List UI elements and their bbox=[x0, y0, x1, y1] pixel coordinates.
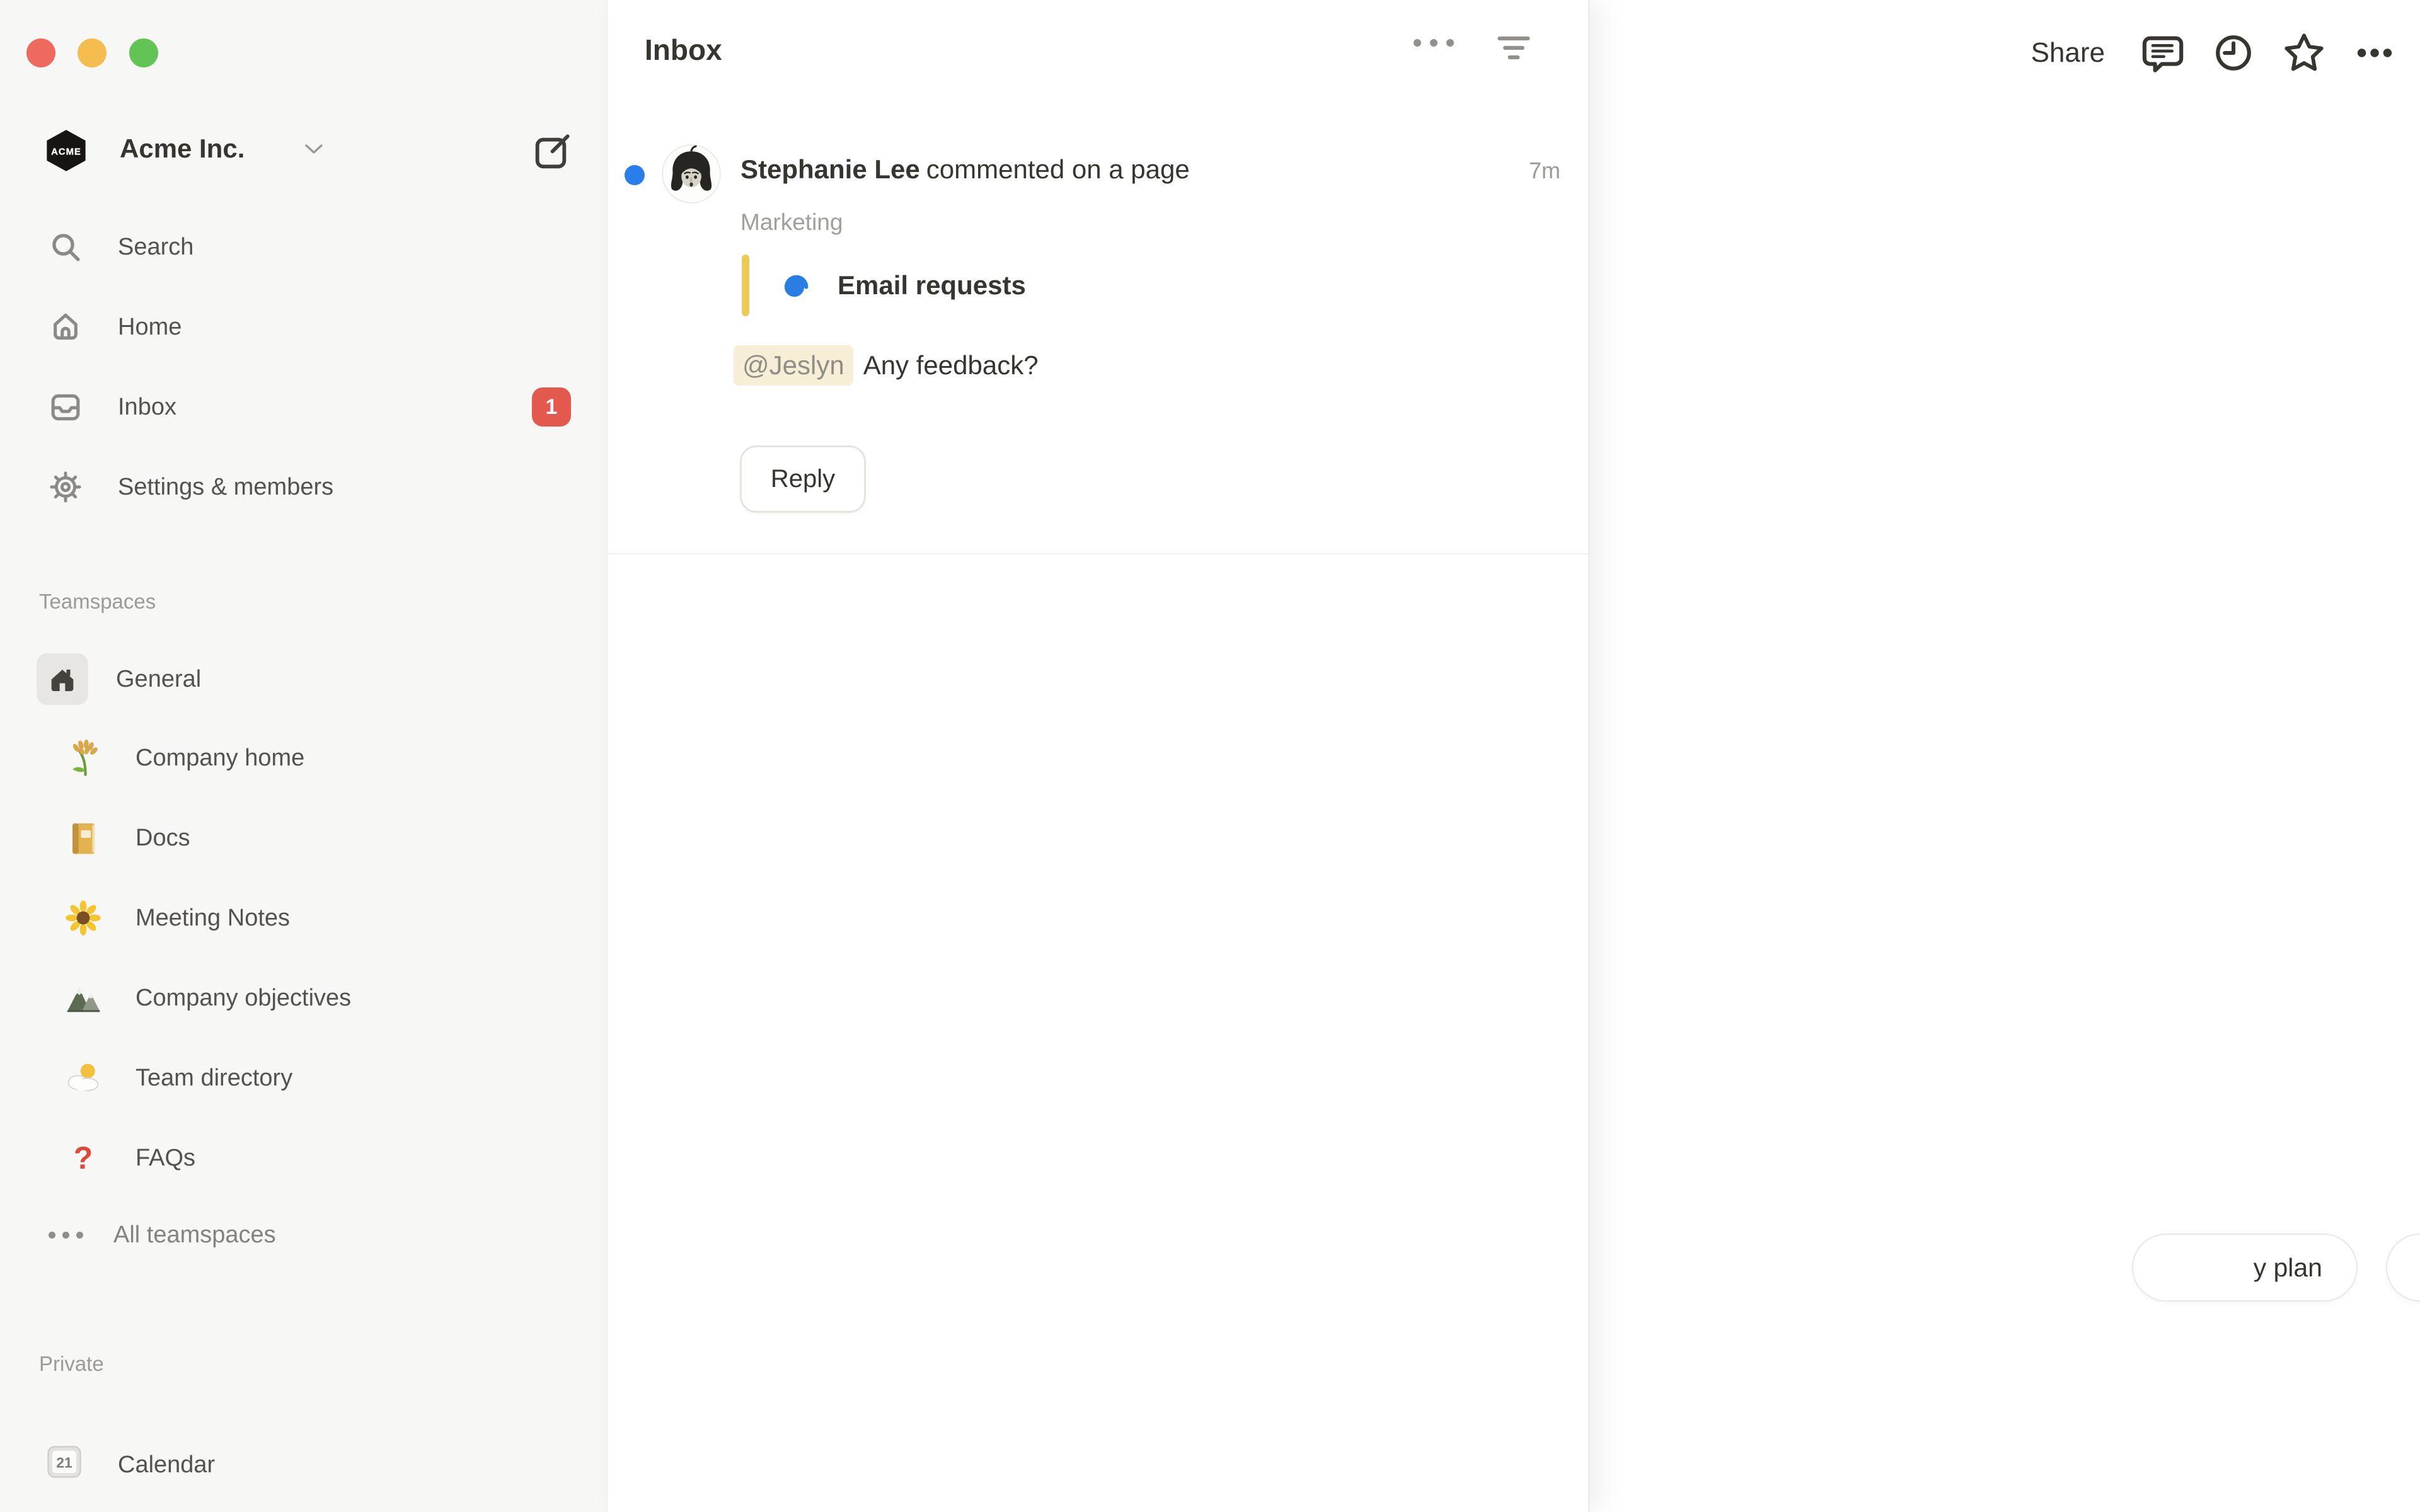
comment-text-row: @Jeslyn Any feedback? bbox=[734, 345, 1039, 386]
house-tile-icon bbox=[37, 653, 88, 705]
notification-timestamp: 7m bbox=[1529, 158, 1560, 184]
sidebar-item-faqs[interactable]: ? FAQs bbox=[0, 1128, 608, 1188]
calendar-icon: 21 bbox=[43, 1440, 86, 1482]
comment-text: Any feedback? bbox=[863, 350, 1039, 381]
cyclone-spiral-icon bbox=[777, 266, 815, 304]
sidebar-item-all-teamspaces[interactable]: All teamspaces bbox=[0, 1205, 608, 1265]
teamspaces-section-label: Teamspaces bbox=[39, 590, 156, 614]
home-icon bbox=[47, 309, 84, 345]
sidebar-item-inbox[interactable]: Inbox 1 bbox=[0, 377, 608, 437]
share-button[interactable]: Share bbox=[2021, 32, 2115, 74]
sidebar-item-team-directory[interactable]: Team directory bbox=[0, 1048, 608, 1108]
window-minimize-button[interactable] bbox=[78, 38, 107, 67]
inbox-icon bbox=[47, 389, 84, 425]
notification-headline: Stephanie Leecommented on a page bbox=[740, 152, 1190, 186]
page-toolbar: Share bbox=[2021, 30, 2397, 76]
favorite-star-icon[interactable] bbox=[2281, 30, 2327, 76]
new-page-compose-icon[interactable] bbox=[533, 130, 575, 171]
sidebar-item-search[interactable]: Search bbox=[0, 217, 608, 277]
action-text: commented on a page bbox=[926, 154, 1190, 184]
workspace-name: Acme Inc. bbox=[120, 134, 245, 164]
rice-sheaf-icon bbox=[64, 738, 103, 777]
avatar bbox=[661, 144, 722, 204]
quote-bar bbox=[742, 255, 749, 316]
window-zoom-button[interactable] bbox=[129, 38, 158, 67]
inbox-title: Inbox bbox=[645, 33, 722, 67]
sidebar-item-general[interactable]: General bbox=[0, 649, 608, 709]
more-options-icon[interactable] bbox=[2352, 30, 2397, 76]
app-window: ACME Acme Inc. Search bbox=[0, 0, 2420, 1512]
chevron-down-icon bbox=[304, 142, 324, 155]
reply-button[interactable]: Reply bbox=[740, 445, 866, 513]
workspace-switcher[interactable]: ACME Acme Inc. bbox=[0, 121, 608, 181]
quoted-page-title: Email requests bbox=[838, 270, 1026, 301]
sidebar-item-company-home[interactable]: Company home bbox=[0, 728, 608, 788]
sidebar-item-settings[interactable]: Settings & members bbox=[0, 457, 608, 517]
gear-icon bbox=[47, 469, 84, 505]
sun-cloud-icon bbox=[64, 1058, 103, 1097]
notebook-icon bbox=[64, 818, 103, 857]
window-close-button[interactable] bbox=[26, 38, 55, 67]
mountain-icon bbox=[64, 978, 103, 1017]
ellipsis-icon bbox=[47, 1217, 84, 1253]
sidebar-item-docs[interactable]: Docs bbox=[0, 808, 608, 868]
private-section-label: Private bbox=[39, 1352, 104, 1376]
svg-text:21: 21 bbox=[56, 1455, 72, 1471]
search-icon bbox=[47, 229, 84, 265]
notification-divider bbox=[608, 553, 1588, 554]
inbox-filter-icon[interactable] bbox=[1495, 29, 1533, 67]
history-clock-icon[interactable] bbox=[2211, 30, 2256, 76]
mention-chip[interactable]: @Jeslyn bbox=[734, 345, 853, 386]
inbox-more-icon[interactable] bbox=[1414, 39, 1454, 47]
sidebar-item-home[interactable]: Home bbox=[0, 297, 608, 357]
svg-text:ACME: ACME bbox=[51, 147, 81, 157]
actor-name: Stephanie Lee bbox=[740, 154, 920, 184]
quoted-page-block[interactable]: Email requests bbox=[742, 255, 1026, 316]
workspace-logo-icon: ACME bbox=[43, 127, 89, 174]
unread-dot bbox=[625, 165, 645, 185]
sidebar-item-meeting-notes[interactable]: Meeting Notes bbox=[0, 888, 608, 948]
journal-pill-button[interactable]: Journal bbox=[2386, 1234, 2420, 1302]
comments-icon[interactable] bbox=[2140, 30, 2186, 76]
sidebar-item-calendar[interactable]: 21 Calendar bbox=[0, 1435, 608, 1495]
sidebar: ACME Acme Inc. Search bbox=[0, 0, 608, 1512]
page-context: Marketing bbox=[740, 209, 843, 236]
plan-pill-button[interactable]: y plan bbox=[2132, 1234, 2358, 1302]
sunflower-icon bbox=[64, 898, 103, 937]
inbox-unread-badge: 1 bbox=[532, 387, 571, 427]
question-icon: ? bbox=[64, 1138, 103, 1177]
inbox-popover: Inbox bbox=[608, 0, 1589, 1512]
sidebar-item-company-objectives[interactable]: Company objectives bbox=[0, 968, 608, 1028]
